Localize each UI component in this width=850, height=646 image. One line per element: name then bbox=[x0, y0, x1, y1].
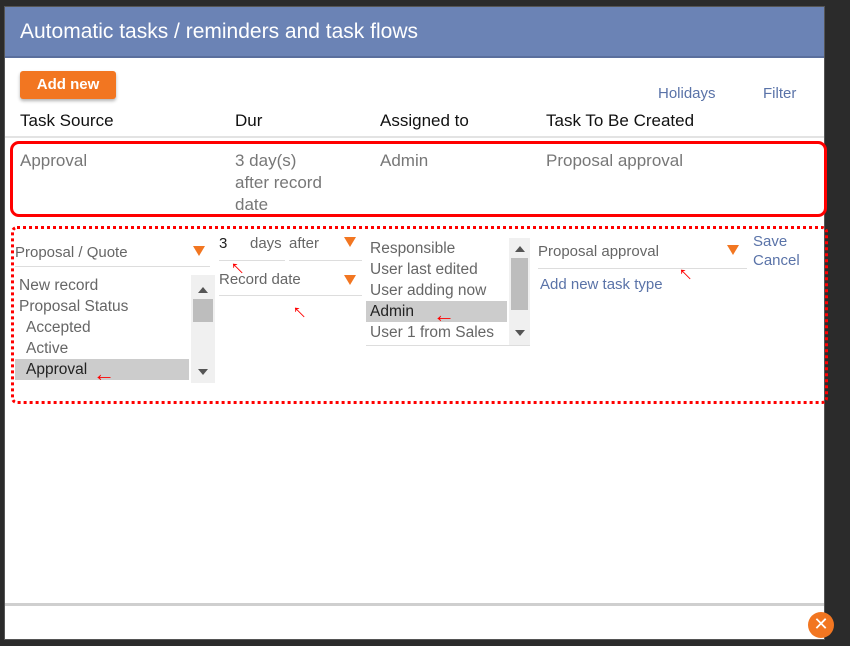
list-item[interactable]: Accepted bbox=[15, 317, 189, 338]
header-divider bbox=[5, 136, 824, 138]
task-type-select[interactable]: Proposal approval bbox=[538, 243, 747, 269]
duration-line: after record bbox=[235, 173, 322, 192]
cell-task-source: Approval bbox=[20, 151, 88, 170]
holidays-link[interactable]: Holidays bbox=[658, 85, 716, 102]
source-list-scrollbar[interactable] bbox=[191, 275, 215, 383]
duration-line: 3 day(s) bbox=[235, 151, 297, 170]
footer-divider bbox=[5, 603, 824, 606]
dropdown-caret-icon[interactable] bbox=[344, 275, 356, 285]
dropdown-caret-icon[interactable] bbox=[344, 237, 356, 247]
dropdown-caret-icon bbox=[193, 246, 205, 256]
date-field-value: Record date bbox=[219, 271, 301, 288]
scroll-down-icon[interactable] bbox=[198, 369, 208, 375]
cell-duration: 3 day(s) after record date bbox=[235, 150, 322, 216]
save-link[interactable]: Save bbox=[753, 233, 787, 250]
filter-link[interactable]: Filter bbox=[763, 85, 796, 102]
scroll-thumb[interactable] bbox=[511, 258, 528, 310]
cancel-link[interactable]: Cancel bbox=[753, 252, 800, 269]
table-row[interactable]: Approval 3 day(s) after record date Admi… bbox=[10, 141, 827, 217]
annotation-arrow-icon: ← bbox=[433, 302, 455, 327]
list-item[interactable]: User last edited bbox=[366, 259, 507, 280]
scroll-up-icon[interactable] bbox=[514, 246, 525, 252]
add-new-task-type-link[interactable]: Add new task type bbox=[540, 276, 663, 293]
assignee-list-scrollbar[interactable] bbox=[509, 238, 530, 345]
list-item[interactable]: User adding now bbox=[366, 280, 507, 301]
cell-task-to-be-created: Proposal approval bbox=[546, 151, 684, 170]
duration-input[interactable]: 3 days bbox=[219, 235, 285, 261]
timing-value: after bbox=[289, 235, 320, 252]
column-header-duration: Dur bbox=[235, 111, 263, 130]
timing-select[interactable]: after bbox=[289, 235, 362, 261]
list-item[interactable]: New record bbox=[15, 275, 189, 296]
scroll-down-icon[interactable] bbox=[514, 330, 525, 336]
date-field-select[interactable]: Record date bbox=[219, 271, 362, 296]
column-header-assigned-to: Assigned to bbox=[380, 111, 469, 130]
assignee-listbox[interactable]: Responsible User last edited User adding… bbox=[366, 238, 530, 346]
source-listbox[interactable]: New record Proposal Status Accepted Acti… bbox=[15, 275, 215, 383]
scroll-up-icon[interactable] bbox=[198, 287, 208, 293]
scroll-thumb[interactable] bbox=[193, 299, 213, 322]
dialog-titlebar: Automatic tasks / reminders and task flo… bbox=[5, 7, 824, 58]
annotation-arrow-icon: ← bbox=[93, 361, 115, 386]
duration-value: 3 bbox=[219, 235, 228, 252]
column-header-task-source: Task Source bbox=[20, 111, 114, 130]
dropdown-caret-icon[interactable] bbox=[727, 245, 739, 255]
duration-line: date bbox=[235, 195, 269, 214]
automatic-tasks-dialog: Automatic tasks / reminders and task flo… bbox=[4, 6, 834, 640]
list-item[interactable]: Proposal Status bbox=[15, 296, 189, 317]
task-type-value: Proposal approval bbox=[538, 243, 659, 260]
cell-assigned-to: Admin bbox=[380, 151, 429, 170]
duration-unit: days bbox=[250, 235, 282, 252]
source-type-value: Proposal / Quote bbox=[15, 244, 128, 261]
dialog-title: Automatic tasks / reminders and task flo… bbox=[20, 20, 418, 43]
add-new-button[interactable]: Add new bbox=[20, 71, 116, 99]
list-item[interactable]: Active bbox=[15, 338, 189, 359]
column-header-task-to-be-created: Task To Be Created bbox=[546, 111, 695, 130]
list-item[interactable]: Responsible bbox=[366, 238, 507, 259]
close-icon[interactable]: ✕ bbox=[808, 612, 834, 638]
source-type-select[interactable]: Proposal / Quote bbox=[15, 242, 210, 267]
